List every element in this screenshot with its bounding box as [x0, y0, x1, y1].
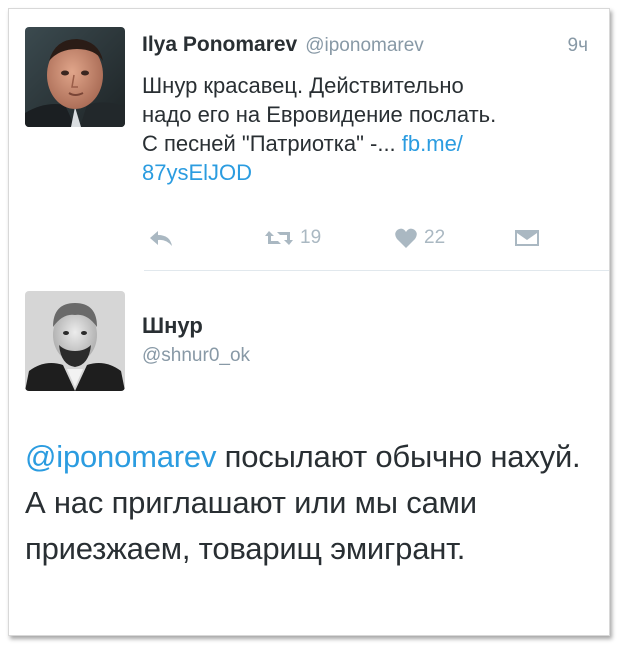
tweet-link-continued[interactable]: 87ysElJOD	[142, 158, 582, 187]
retweet-button[interactable]: 19	[264, 223, 321, 253]
author-handle[interactable]: @shnur0_ok	[142, 345, 250, 367]
tweet-text-line: надо его на Евровидение послать.	[142, 102, 497, 127]
like-count: 22	[424, 227, 446, 248]
tweet-actions: 19 22	[142, 223, 562, 257]
heart-icon	[394, 227, 418, 249]
author-name[interactable]: Ilya Ponomarev	[142, 33, 297, 56]
avatar[interactable]	[25, 27, 125, 127]
avatar[interactable]	[25, 291, 125, 391]
tweet-header: Ilya Ponomarev @iponomarev 9ч	[142, 33, 602, 63]
divider	[144, 270, 609, 271]
tweet-text-line: С песней "Патриотка" -... fb.me/	[142, 129, 582, 158]
mention-link[interactable]: @iponomarev	[25, 439, 216, 474]
tweet-text: @iponomarev посылают обычно нахуй. А нас…	[25, 434, 605, 572]
retweet-icon	[264, 227, 294, 249]
tweet-time[interactable]: 9ч	[568, 35, 588, 57]
author-name[interactable]: Шнур	[142, 313, 203, 339]
tweet-text-line: Шнур красавец. Действительно	[142, 73, 464, 98]
tweet-text-fragment: С песней "Патриотка" -...	[142, 131, 402, 156]
dm-icon	[514, 228, 540, 248]
screenshot-frame: Ilya Ponomarev @iponomarev 9ч Шнур красав…	[8, 8, 610, 636]
retweet-count: 19	[300, 227, 322, 248]
dm-button[interactable]	[514, 223, 540, 253]
like-button[interactable]: 22	[394, 223, 445, 253]
author-handle[interactable]: @iponomarev	[305, 35, 424, 56]
tweet-ponomarev[interactable]: Ilya Ponomarev @iponomarev 9ч Шнур красав…	[9, 9, 609, 267]
tweet-text: Шнур красавец. Действительно надо его на…	[142, 71, 582, 187]
tweet-link[interactable]: fb.me/	[402, 131, 463, 156]
reply-button[interactable]	[148, 223, 174, 253]
reply-icon	[148, 228, 174, 248]
